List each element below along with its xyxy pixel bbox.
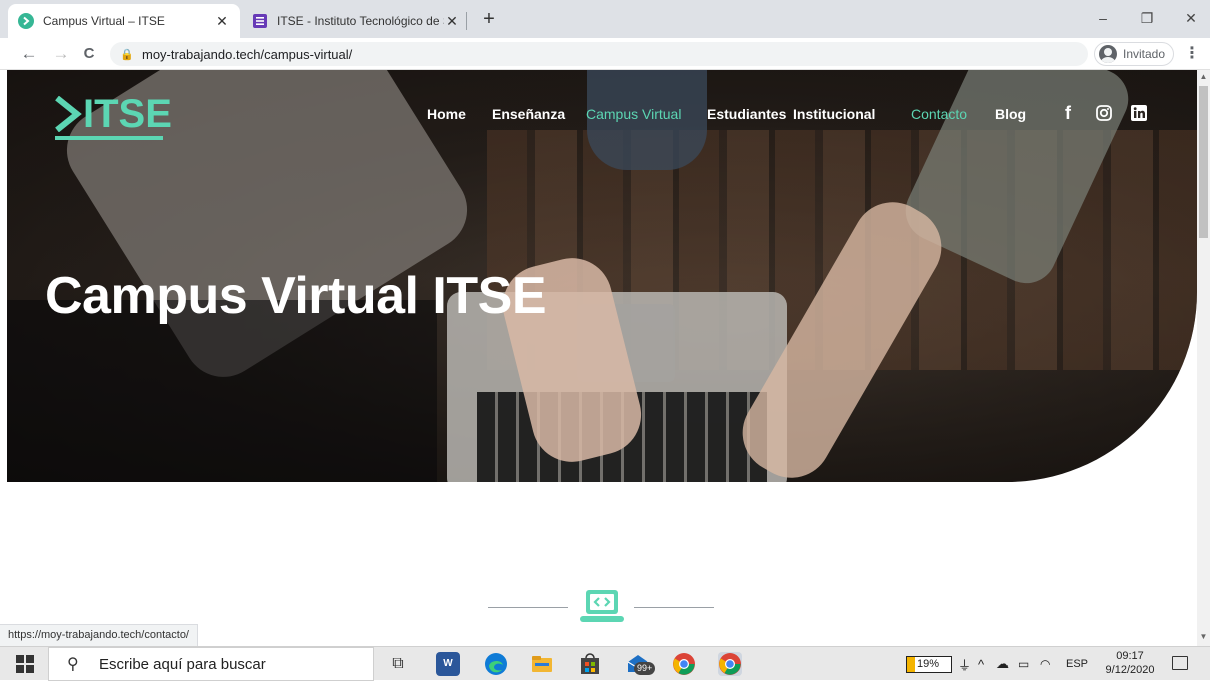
profile-button[interactable]: Invitado bbox=[1094, 42, 1175, 66]
mail-badge: 99+ bbox=[634, 662, 656, 675]
restore-button[interactable]: ❐ bbox=[1132, 6, 1162, 30]
facebook-icon[interactable]: f bbox=[1059, 104, 1077, 122]
address-url: moy-trabajando.tech/campus-virtual/ bbox=[142, 46, 353, 62]
browser-menu-button[interactable]: ⋮ bbox=[1182, 43, 1202, 65]
chrome-active-icon[interactable] bbox=[718, 652, 742, 676]
nav-estudiantes[interactable]: Estudiantes bbox=[707, 106, 786, 122]
minimize-button[interactable]: – bbox=[1088, 6, 1118, 30]
scrollbar-thumb[interactable] bbox=[1199, 86, 1208, 238]
clock-date: 9/12/2020 bbox=[1105, 664, 1155, 676]
onedrive-cloud-icon[interactable]: ☁ bbox=[996, 647, 1009, 681]
nav-ensenanza[interactable]: Enseñanza bbox=[492, 106, 565, 122]
mail-icon[interactable]: 99+ bbox=[626, 652, 656, 676]
linkedin-icon[interactable] bbox=[1130, 104, 1148, 122]
laptop-code-icon bbox=[580, 590, 624, 622]
nav-campus-virtual[interactable]: Campus Virtual bbox=[586, 106, 681, 122]
logo-text: ITSE bbox=[83, 92, 172, 136]
edge-icon[interactable] bbox=[484, 652, 508, 676]
hero-banner: ITSE Home Enseñanza Campus Virtual Estud… bbox=[7, 70, 1197, 482]
store-icon[interactable] bbox=[578, 652, 602, 676]
forms-favicon-icon bbox=[253, 14, 267, 28]
reload-button[interactable]: C bbox=[78, 43, 100, 65]
logo-underline bbox=[55, 136, 163, 140]
forward-button[interactable]: → bbox=[50, 43, 72, 65]
show-hidden-icons-chevron-icon[interactable]: ^ bbox=[978, 647, 984, 681]
windows-taskbar: ⚲ Escribe aquí para buscar ⧉ W 99+ 19% ⏚… bbox=[0, 646, 1210, 681]
wifi-icon[interactable]: ◠ bbox=[1040, 647, 1050, 681]
power-plug-icon[interactable]: ⏚ bbox=[958, 647, 971, 681]
lock-icon: 🔒 bbox=[120, 48, 134, 61]
tab-itse-instituto[interactable]: ITSE - Instituto Tecnológico de Sa ✕ bbox=[242, 4, 470, 38]
battery-fill bbox=[907, 657, 916, 672]
browser-toolbar: ← → C 🔒 moy-trabajando.tech/campus-virtu… bbox=[0, 38, 1210, 70]
windows-start-icon[interactable] bbox=[16, 655, 34, 673]
tab-close-icon[interactable]: ✕ bbox=[214, 13, 230, 30]
language-indicator[interactable]: ESP bbox=[1066, 647, 1088, 681]
battery-percent: 19% bbox=[917, 658, 940, 670]
site-logo[interactable]: ITSE bbox=[55, 92, 172, 140]
close-window-button[interactable]: ✕ bbox=[1176, 6, 1206, 30]
action-center-icon[interactable] bbox=[1172, 656, 1188, 670]
section-divider bbox=[488, 607, 568, 608]
tab-title: Campus Virtual – ITSE bbox=[43, 14, 165, 28]
file-explorer-icon[interactable] bbox=[530, 652, 554, 676]
address-bar[interactable]: 🔒 moy-trabajando.tech/campus-virtual/ bbox=[110, 42, 1088, 66]
instagram-icon[interactable] bbox=[1095, 104, 1113, 122]
search-icon: ⚲ bbox=[67, 656, 79, 673]
word-icon[interactable]: W bbox=[436, 652, 460, 676]
avatar-icon bbox=[1099, 45, 1117, 63]
page-viewport: ITSE Home Enseñanza Campus Virtual Estud… bbox=[0, 70, 1210, 646]
hero-title: Campus Virtual ITSE bbox=[45, 267, 547, 325]
page-scrollbar[interactable]: ▲ ▼ bbox=[1197, 70, 1210, 646]
network-icon[interactable]: ▭ bbox=[1018, 647, 1029, 681]
nav-home[interactable]: Home bbox=[427, 106, 466, 122]
profile-label: Invitado bbox=[1123, 47, 1166, 61]
search-placeholder: Escribe aquí para buscar bbox=[99, 655, 266, 673]
task-view-icon[interactable]: ⧉ bbox=[386, 652, 410, 676]
nav-blog[interactable]: Blog bbox=[995, 106, 1026, 122]
tab-campus-virtual[interactable]: Campus Virtual – ITSE ✕ bbox=[8, 4, 240, 38]
clock-time: 09:17 bbox=[1116, 650, 1144, 662]
link-status-bubble: https://moy-trabajando.tech/contacto/ bbox=[0, 624, 198, 646]
taskbar-clock[interactable]: 09:17 9/12/2020 bbox=[1100, 649, 1160, 677]
taskbar-search-input[interactable]: ⚲ Escribe aquí para buscar bbox=[48, 647, 374, 681]
tab-close-icon[interactable]: ✕ bbox=[444, 13, 460, 30]
back-button[interactable]: ← bbox=[18, 43, 40, 65]
nav-contacto[interactable]: Contacto bbox=[911, 106, 967, 122]
chrome-icon[interactable] bbox=[672, 652, 696, 676]
browser-tab-strip: Campus Virtual – ITSE ✕ ITSE - Instituto… bbox=[0, 0, 1210, 38]
site-favicon-icon bbox=[18, 13, 34, 29]
battery-indicator[interactable]: 19% bbox=[906, 656, 952, 673]
new-tab-button[interactable]: + bbox=[478, 8, 500, 30]
hero-photo-shadow bbox=[7, 300, 437, 482]
scroll-up-icon[interactable]: ▲ bbox=[1197, 72, 1210, 82]
section-divider bbox=[634, 607, 714, 608]
tab-title: ITSE - Instituto Tecnológico de Sa bbox=[277, 14, 444, 28]
scroll-down-icon[interactable]: ▼ bbox=[1197, 632, 1210, 642]
nav-institucional[interactable]: Institucional bbox=[793, 106, 875, 122]
tab-separator bbox=[466, 12, 467, 30]
